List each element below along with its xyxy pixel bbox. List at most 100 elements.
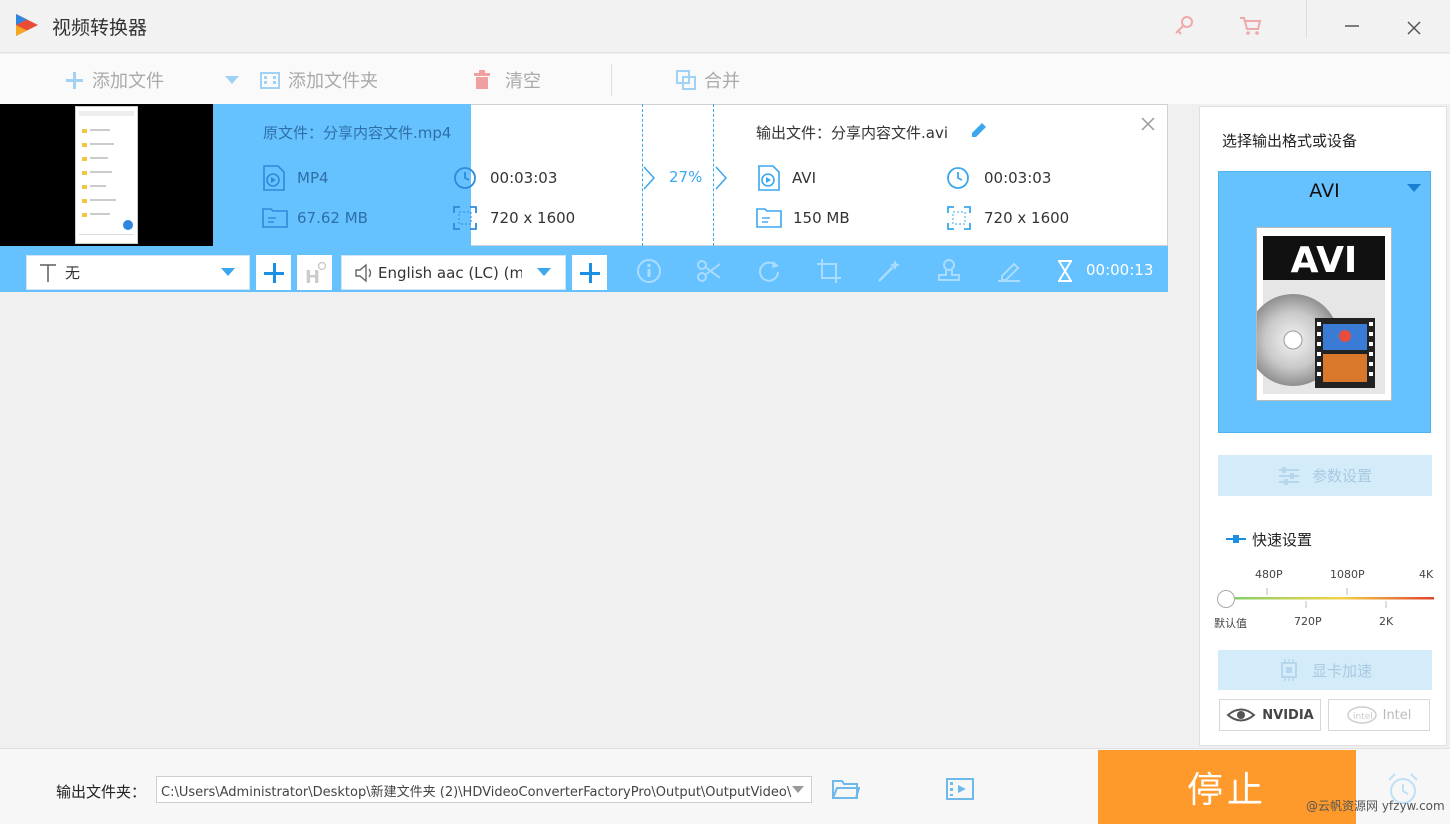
audio-track-select[interactable]: English aac (LC) (mp: [341, 255, 566, 290]
video-file-icon: [262, 165, 286, 191]
intel-logo-icon: intel: [1346, 706, 1377, 724]
chevron-right-icon: [642, 166, 656, 190]
chevron-right-icon: [714, 166, 728, 190]
minimize-button[interactable]: [1334, 10, 1370, 42]
text-t-icon: [40, 263, 56, 282]
add-folder-button[interactable]: 添加文件夹: [260, 67, 378, 93]
source-file-title: 原文件：分享内容文件.mp4: [263, 122, 451, 143]
source-format: MP4: [297, 169, 329, 187]
speaker-icon: [355, 263, 372, 282]
output-format: AVI: [792, 169, 816, 187]
gpu-acceleration-label: 显卡加速: [1311, 661, 1372, 680]
open-output-video-icon[interactable]: [946, 776, 974, 802]
output-label: 输出文件：: [756, 124, 832, 142]
nvidia-eye-icon: [1226, 708, 1256, 722]
source-size: 67.62 MB: [297, 209, 368, 227]
tick-label-4k: 4K: [1419, 568, 1434, 581]
rotate-icon[interactable]: [756, 258, 782, 284]
add-subtitle-button[interactable]: [256, 255, 291, 290]
merge-icon: [676, 70, 696, 90]
output-size: 150 MB: [793, 209, 850, 227]
output-duration: 00:03:03: [984, 169, 1052, 187]
merge-button[interactable]: 合并: [676, 67, 740, 93]
source-label: 原文件：: [263, 124, 324, 142]
source-duration: 00:03:03: [490, 169, 558, 187]
output-folder-label: 输出文件夹：: [56, 783, 147, 801]
edit-pencil-icon[interactable]: [969, 120, 989, 140]
resolution-icon: [947, 206, 971, 230]
plus-icon: [579, 262, 600, 283]
output-file-title: 输出文件：分享内容文件.avi: [756, 122, 948, 143]
merge-label: 合并: [704, 71, 740, 92]
output-path-dropdown-icon[interactable]: [784, 777, 811, 802]
add-file-button[interactable]: 添加文件: [64, 67, 164, 93]
intel-button[interactable]: intel Intel: [1328, 699, 1430, 731]
parameter-settings-button[interactable]: 参数设置: [1218, 455, 1432, 496]
tick-label-default: 默认值: [1214, 617, 1247, 630]
add-audio-button[interactable]: [572, 255, 607, 290]
watermark-text: @云帆资源网 yfzyw.com: [1306, 799, 1445, 813]
nvidia-label: NVIDIA: [1262, 707, 1314, 723]
source-filename: 分享内容文件.mp4: [323, 124, 452, 142]
tick-label-720p: 720P: [1294, 615, 1322, 628]
quality-slider-track[interactable]: [1220, 586, 1436, 610]
scissors-icon[interactable]: [696, 258, 722, 284]
effects-wand-icon[interactable]: [876, 258, 902, 284]
add-file-label: 添加文件: [92, 71, 164, 92]
output-resolution: 720 x 1600: [984, 209, 1070, 227]
subtitle-edit-icon[interactable]: [996, 258, 1022, 284]
tick-label-480p: 480P: [1255, 568, 1283, 581]
svg-text:H: H: [305, 267, 320, 286]
plus-icon: [66, 72, 83, 89]
output-folder-path-input[interactable]: C:\Users\Administrator\Desktop\新建文件夹 (2)…: [156, 776, 812, 803]
output-filename: 分享内容文件.avi: [831, 124, 949, 142]
quick-settings-icon: [1226, 534, 1246, 544]
add-file-dropdown-icon[interactable]: [225, 76, 239, 85]
key-icon[interactable]: [1166, 10, 1202, 42]
chevron-down-icon: [537, 268, 551, 276]
nvidia-button[interactable]: NVIDIA: [1219, 699, 1321, 731]
crop-icon[interactable]: [816, 258, 842, 284]
info-icon[interactable]: [636, 258, 662, 284]
thumbnail-preview-image: [75, 106, 138, 244]
watermark-stamp-icon[interactable]: [936, 258, 962, 284]
chip-icon: [1280, 659, 1297, 681]
quick-settings-title: 快速设置: [1252, 531, 1313, 549]
folder-icon: [756, 206, 782, 228]
resolution-icon: [453, 206, 477, 230]
clear-label: 清空: [505, 71, 541, 92]
sliders-icon: [1278, 466, 1299, 485]
clear-button[interactable]: 清空: [473, 67, 541, 93]
trash-icon: [474, 70, 490, 89]
hardsub-gear-icon: H: [305, 261, 326, 286]
toolbar-divider: [611, 64, 612, 96]
plus-icon: [263, 262, 284, 283]
chevron-down-icon[interactable]: [1407, 184, 1421, 193]
hourglass-icon: [1056, 260, 1074, 282]
remove-task-close-icon[interactable]: [1140, 116, 1156, 132]
conversion-progress: 27%: [669, 168, 703, 186]
gpu-acceleration-button[interactable]: 显卡加速: [1218, 650, 1432, 690]
subtitle-value: 无: [65, 264, 81, 282]
open-folder-icon[interactable]: [832, 778, 860, 800]
app-title: 视频转换器: [52, 17, 148, 39]
tick-label-1080p: 1080P: [1330, 568, 1365, 581]
close-window-button[interactable]: [1396, 12, 1432, 44]
cart-icon[interactable]: [1232, 10, 1268, 42]
video-file-icon: [757, 165, 781, 191]
avi-art-label: AVI: [1291, 240, 1358, 281]
folder-icon: [262, 206, 288, 228]
clock-icon: [453, 166, 477, 190]
source-resolution: 720 x 1600: [490, 209, 576, 227]
selected-format-name: AVI: [1309, 180, 1340, 202]
add-folder-label: 添加文件夹: [288, 71, 378, 92]
hardcode-subtitle-button[interactable]: H: [297, 255, 332, 290]
app-logo-icon: [13, 11, 41, 39]
subtitle-select[interactable]: 无: [26, 255, 250, 290]
titlebar-divider: [1306, 0, 1307, 38]
chevron-down-icon: [221, 268, 235, 276]
quality-slider-thumb[interactable]: [1217, 590, 1235, 608]
avi-format-icon: AVI: [1256, 227, 1392, 401]
format-panel-title: 选择输出格式或设备: [1222, 132, 1358, 150]
elapsed-time: 00:00:13: [1086, 261, 1154, 279]
